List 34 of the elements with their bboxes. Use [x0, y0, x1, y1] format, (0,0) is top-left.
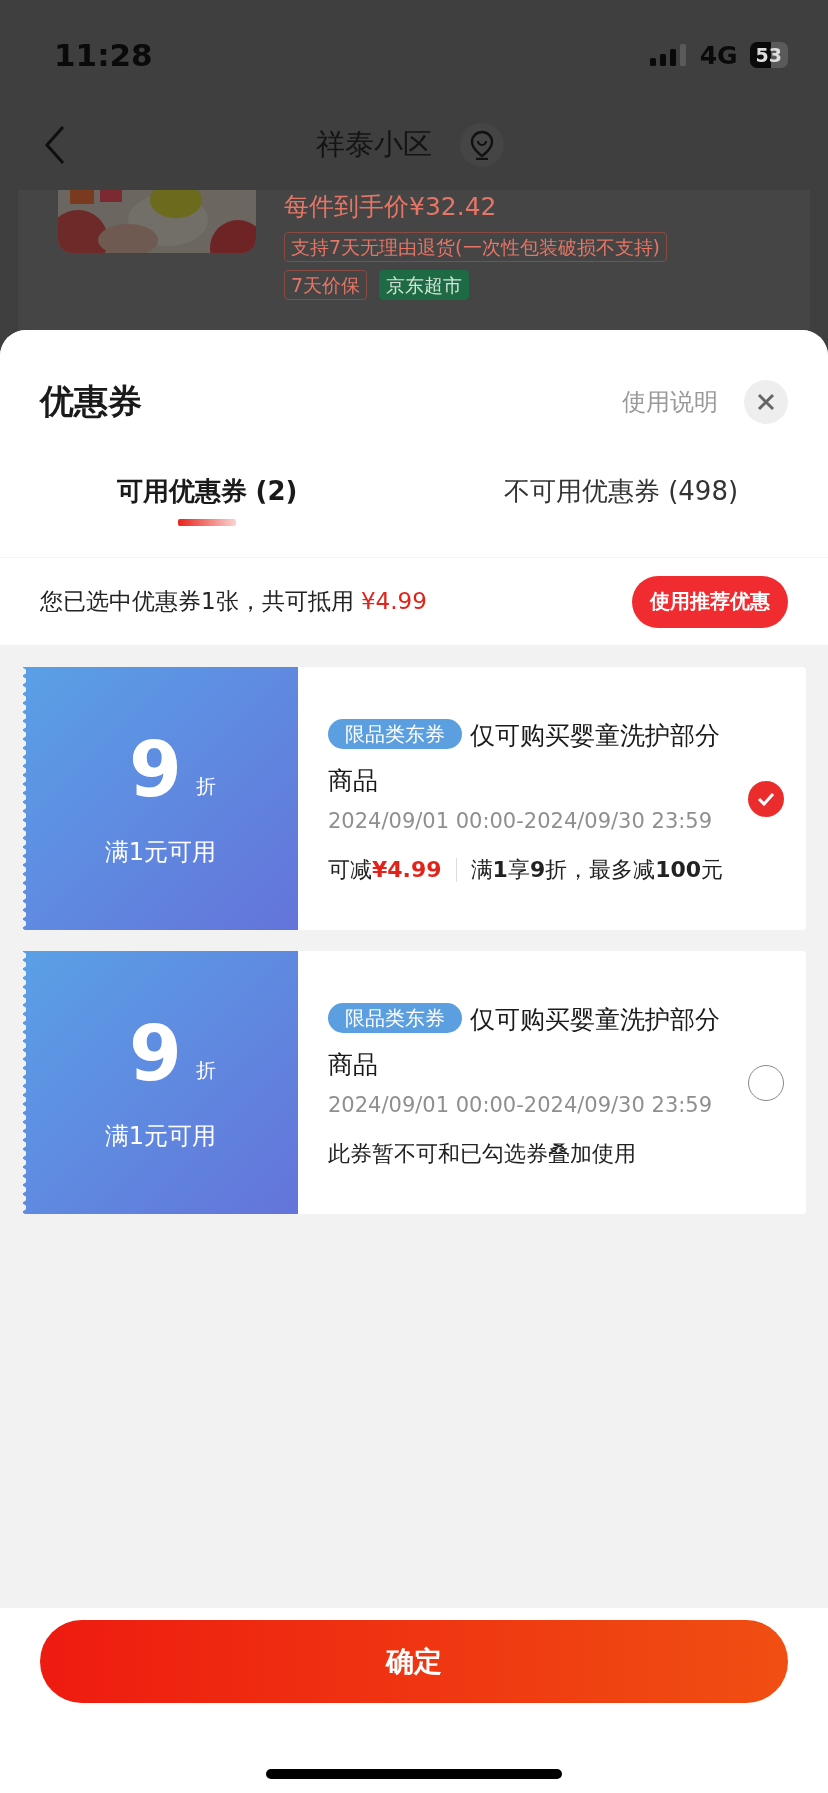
discount-value: 9 — [129, 729, 182, 810]
coupon-card[interactable]: 9 折 满1元可用 限品类东券 仅可购买婴童洗护部分商品 2024/09/01 00:00-2024/09/30 23:59 此券暂不可和已勾选券叠加使用 — [23, 951, 806, 1214]
signal-icon — [649, 44, 688, 66]
validity-period: 2024/09/01 00:00-2024/09/30 23:59 — [328, 808, 714, 833]
discount-unit: 折 — [195, 1056, 216, 1084]
product-tag: 支持7天无理由退货(一次性包装破损不支持) — [284, 232, 667, 262]
savings-text: 可减¥4.99 — [328, 855, 442, 884]
usage-condition: 满1元可用 — [104, 836, 217, 868]
close-icon — [756, 392, 776, 412]
discount-unit: 折 — [195, 772, 216, 800]
coupon-tab[interactable]: 不可用优惠券 (498) — [414, 474, 828, 534]
battery-indicator: 53 — [749, 42, 788, 68]
price-text: 每件到手价¥32.42 — [284, 192, 498, 222]
back-icon[interactable] — [44, 125, 66, 165]
product-tag: 7天价保 — [284, 270, 368, 300]
close-button[interactable] — [744, 380, 788, 424]
selection-summary: 您已选中优惠券1张，共可抵用 ¥4.99 — [40, 587, 428, 616]
coupon-card[interactable]: 9 折 满1元可用 限品类东券 仅可购买婴童洗护部分商品 2024/09/01 00:00-2024/09/30 23:59 可减¥4.99 满1享9折，最多减100元 — [23, 667, 806, 930]
select-checkbox[interactable] — [748, 780, 784, 817]
coupon-title: 限品类东券 仅可购买婴童洗护部分商品 — [328, 717, 721, 797]
sheet-title: 优惠券 — [40, 380, 143, 423]
select-checkbox[interactable] — [748, 1064, 784, 1101]
discount-rule: 满1享9折，最多减100元 — [470, 855, 724, 884]
coupon-tab[interactable]: 可用优惠券 (2) — [0, 474, 414, 534]
product-tag: 京东超市 — [379, 270, 470, 300]
validity-period: 2024/09/01 00:00-2024/09/30 23:59 — [328, 1092, 714, 1117]
usage-condition: 满1元可用 — [104, 1120, 217, 1152]
recommend-button[interactable]: 使用推荐优惠 — [632, 575, 788, 628]
location-pin-icon[interactable] — [460, 123, 504, 167]
confirm-button[interactable]: 确定 — [40, 1620, 788, 1703]
check-icon — [757, 791, 775, 806]
coupon-title: 限品类东券 仅可购买婴童洗护部分商品 — [328, 1001, 721, 1081]
stacking-notice: 此券暂不可和已勾选券叠加使用 — [328, 1139, 636, 1168]
discount-value: 9 — [129, 1013, 182, 1094]
